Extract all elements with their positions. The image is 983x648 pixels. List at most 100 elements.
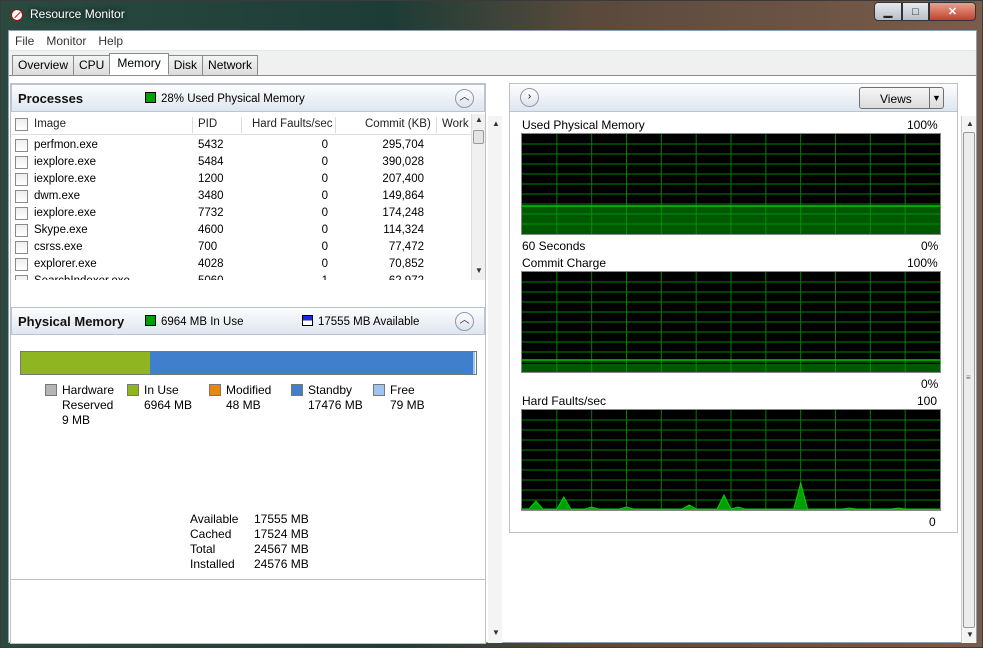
table-row[interactable]: iexplore.exe 5484 0 390,028 [12, 154, 472, 171]
scroll-thumb[interactable] [473, 130, 484, 144]
chevron-down-icon[interactable]: ▼ [929, 88, 943, 108]
left-panel: Processes 28% Used Physical Memory ︿ Ima… [10, 83, 486, 644]
graph-commit-charge-max: 100% [907, 256, 938, 270]
tab-network[interactable]: Network [202, 55, 259, 75]
graphs-scroll-thumb[interactable]: ≡ [963, 132, 975, 628]
process-hard-faults: 0 [321, 224, 328, 236]
process-image: SearchIndexer.exe [34, 275, 130, 280]
memory-tab-body: Processes 28% Used Physical Memory ︿ Ima… [9, 75, 976, 644]
graph-used-memory-min: 0% [921, 239, 939, 253]
column-pid[interactable]: PID [198, 118, 217, 130]
in-use-summary: 6964 MB In Use [145, 315, 243, 328]
legend-swatch [373, 384, 385, 396]
row-checkbox[interactable] [15, 207, 28, 220]
tab-cpu[interactable]: CPU [73, 55, 111, 75]
column-hard-faults[interactable]: Hard Faults/sec [252, 118, 333, 130]
process-pid: 700 [198, 241, 218, 253]
tab-disk[interactable]: Disk [167, 55, 204, 75]
row-checkbox[interactable] [15, 156, 28, 169]
menu-help[interactable]: Help [98, 34, 123, 48]
close-button[interactable]: ✕ [929, 2, 976, 21]
graph-commit-charge [521, 271, 941, 373]
outer-scroll-up-icon[interactable]: ▲ [492, 119, 500, 128]
row-checkbox[interactable] [15, 139, 28, 152]
process-image: csrss.exe [34, 241, 83, 253]
outer-scroll-down-icon[interactable]: ▼ [492, 628, 500, 637]
legend-label: In Use 6964 MB [144, 383, 193, 412]
row-checkbox[interactable] [15, 258, 28, 271]
process-hard-faults: 0 [321, 173, 328, 185]
table-row[interactable]: explorer.exe 4028 0 70,852 [12, 256, 472, 273]
graph-hard-faults [521, 409, 941, 511]
tab-overview[interactable]: Overview [12, 55, 75, 75]
select-all-checkbox[interactable] [15, 118, 28, 131]
process-vertical-scrollbar[interactable]: ▲ ▼ [471, 114, 485, 280]
column-commit[interactable]: Commit (KB) [365, 118, 431, 130]
row-checkbox[interactable] [15, 241, 28, 254]
tab-strip: Overview CPU Memory Disk Network [12, 53, 259, 75]
tab-memory[interactable]: Memory [109, 53, 169, 75]
process-commit: 207,400 [382, 173, 424, 185]
process-commit: 174,248 [382, 207, 424, 219]
process-commit: 77,472 [388, 241, 424, 253]
row-checkbox[interactable] [15, 190, 28, 203]
views-label: Views [880, 92, 912, 106]
table-row[interactable]: dwm.exe 3480 0 149,864 [12, 188, 472, 205]
graphs-scroll-up-icon[interactable]: ▲ [966, 119, 974, 128]
resource-monitor-icon [11, 9, 23, 21]
views-dropdown[interactable]: Views ▼ [859, 87, 944, 109]
summary-installed-value: 24576 MB [254, 557, 309, 571]
table-row[interactable]: iexplore.exe 7732 0 174,248 [12, 205, 472, 222]
column-image[interactable]: Image [34, 118, 66, 130]
collapse-physical-memory-button[interactable]: ︿ [455, 312, 474, 331]
process-image: iexplore.exe [34, 207, 97, 219]
in-use-swatch [145, 315, 156, 326]
graph-hard-faults-title: Hard Faults/sec [522, 394, 607, 408]
table-row[interactable]: csrss.exe 700 0 77,472 [12, 239, 472, 256]
available-summary-text: 17555 MB Available [318, 316, 420, 328]
summary-cached-value: 17524 MB [254, 527, 309, 541]
process-commit: 390,028 [382, 156, 424, 168]
physical-memory-header[interactable]: Physical Memory 6964 MB In Use 17555 MB … [11, 307, 485, 335]
scroll-up-arrow-icon[interactable]: ▲ [475, 115, 483, 124]
table-row[interactable]: SearchIndexer.exe 5060 1 62,972 [12, 273, 472, 280]
title-bar[interactable]: Resource Monitor ▁ □ ✕ [1, 1, 983, 29]
window-title: Resource Monitor [30, 7, 125, 21]
legend-label: Modified 48 MB [226, 383, 272, 412]
available-swatch [302, 315, 313, 326]
menu-file[interactable]: File [15, 34, 34, 48]
summary-installed-label: Installed [190, 557, 235, 571]
processes-header[interactable]: Processes 28% Used Physical Memory ︿ [11, 84, 485, 112]
process-pid: 1200 [198, 173, 224, 185]
graphs-scroll-down-icon[interactable]: ▼ [966, 630, 974, 639]
scroll-down-arrow-icon[interactable]: ▼ [475, 266, 483, 275]
table-row[interactable]: Skype.exe 4600 0 114,324 [12, 222, 472, 239]
row-checkbox[interactable] [15, 173, 28, 186]
collapse-processes-button[interactable]: ︿ [455, 89, 474, 108]
row-checkbox[interactable] [15, 275, 28, 280]
expand-graphs-button[interactable]: › [520, 88, 539, 107]
legend-swatch [127, 384, 139, 396]
process-commit: 295,704 [382, 139, 424, 151]
menu-bar: File Monitor Help [9, 31, 976, 51]
process-pid: 5060 [198, 275, 224, 280]
legend-label: Hardware Reserved 9 MB [62, 383, 115, 427]
menu-monitor[interactable]: Monitor [46, 34, 86, 48]
legend-label: Standby 17476 MB [308, 383, 363, 412]
maximize-button[interactable]: □ [902, 2, 929, 21]
column-working-set[interactable]: Work [442, 118, 469, 130]
row-checkbox[interactable] [15, 224, 28, 237]
process-hard-faults: 0 [321, 139, 328, 151]
graph-used-memory-title: Used Physical Memory [522, 118, 645, 132]
left-outer-scrollbar[interactable]: ▲ ▼ [488, 116, 502, 643]
graphs-scrollbar[interactable]: ▲ ≡ ▼ [961, 116, 976, 643]
processes-title: Processes [18, 91, 84, 106]
table-row[interactable]: perfmon.exe 5432 0 295,704 [12, 137, 472, 154]
minimize-button[interactable]: ▁ [874, 2, 902, 21]
graphs-panel: › Views ▼ Used Physical Memory 100% 60 S… [509, 83, 958, 533]
process-pid: 5484 [198, 156, 224, 168]
process-commit: 114,324 [383, 224, 424, 236]
table-row[interactable]: iexplore.exe 1200 0 207,400 [12, 171, 472, 188]
process-pid: 4028 [198, 258, 224, 270]
graph-fill [522, 364, 940, 372]
